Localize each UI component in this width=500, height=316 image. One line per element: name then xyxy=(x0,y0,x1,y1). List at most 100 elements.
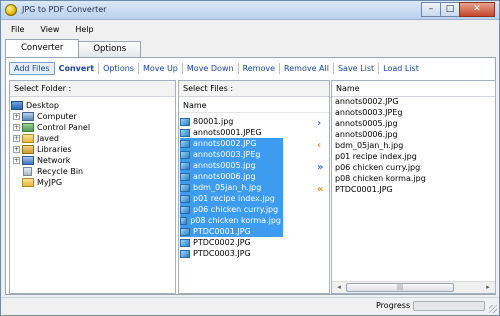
file-row-selected[interactable]: p01 recipe index.jpg xyxy=(180,193,283,204)
file-row-selected[interactable]: PTDC0001.JPG xyxy=(180,226,283,237)
files-name-column[interactable]: Name xyxy=(179,99,329,113)
image-file-icon xyxy=(180,150,190,159)
menu-view[interactable]: View xyxy=(32,25,67,34)
file-row-selected[interactable]: p08 chicken korma.jpg xyxy=(180,215,283,226)
tree-item-network[interactable]: + Network xyxy=(13,155,70,166)
remove-button[interactable]: Remove xyxy=(239,64,279,73)
output-name-column[interactable]: Name xyxy=(332,81,495,97)
scroll-right-icon[interactable]: ▸ xyxy=(482,282,494,293)
menu-bar: File View Help xyxy=(1,21,499,37)
output-file-row[interactable]: annots0006.jpg xyxy=(335,129,398,140)
library-icon xyxy=(22,145,34,154)
image-file-icon xyxy=(180,249,190,258)
output-file-row[interactable]: annots0002.JPG xyxy=(335,96,399,107)
file-name: annots0005.jpg xyxy=(193,161,256,170)
expand-icon[interactable]: + xyxy=(13,157,20,164)
minimize-button[interactable]: – xyxy=(421,2,441,17)
folder-icon xyxy=(22,134,34,143)
expand-icon[interactable]: + xyxy=(13,124,20,131)
output-file-row[interactable]: p06 chicken curry.jpg xyxy=(335,162,420,173)
files-pane-header: Select Files : xyxy=(179,81,329,97)
remove-all-button[interactable]: Remove All xyxy=(280,64,333,73)
add-files-button[interactable]: Add Files xyxy=(9,61,55,75)
image-file-icon xyxy=(180,205,190,214)
options-button[interactable]: Options xyxy=(99,64,138,73)
folder-pane-header: Select Folder : xyxy=(10,81,175,97)
toolbar: Add Files Convert Options Move Up Move D… xyxy=(9,60,423,76)
file-row[interactable]: 80001.jpg xyxy=(180,116,235,127)
window-controls: – □ ✕ xyxy=(421,2,495,17)
output-horizontal-scrollbar[interactable]: ◂ ||| ▸ xyxy=(332,281,495,293)
recycle-bin-icon xyxy=(23,167,32,176)
file-name: 80001.jpg xyxy=(193,117,234,126)
tree-item-recycle-bin[interactable]: Recycle Bin xyxy=(22,166,83,177)
save-list-button[interactable]: Save List xyxy=(334,64,378,73)
progress-bar xyxy=(413,301,485,311)
image-file-icon xyxy=(180,194,190,203)
menu-file[interactable]: File xyxy=(1,25,32,34)
image-file-icon xyxy=(180,216,188,225)
output-file-row[interactable]: bdm_05jan_h.jpg xyxy=(335,140,403,151)
resize-grip-icon[interactable] xyxy=(489,305,497,313)
tree-item-desktop[interactable]: Desktop xyxy=(11,100,59,111)
move-down-button[interactable]: Move Down xyxy=(183,64,238,73)
tree-item-label: Control Panel xyxy=(37,123,91,132)
tree-item-libraries[interactable]: + Libraries xyxy=(13,144,72,155)
file-row-selected[interactable]: bdm_05jan_h.jpg xyxy=(180,182,283,193)
tab-converter[interactable]: Converter xyxy=(5,39,80,57)
tree-item-javed[interactable]: + Javed xyxy=(13,133,59,144)
computer-icon xyxy=(22,112,34,121)
close-button[interactable]: ✕ xyxy=(459,2,495,17)
image-file-icon xyxy=(180,161,190,170)
file-name: annots0002.JPG xyxy=(193,139,257,148)
file-row[interactable]: PTDC0002.JPG xyxy=(180,237,253,248)
control-panel-icon xyxy=(22,123,34,132)
image-file-icon xyxy=(180,117,190,126)
expand-icon[interactable]: + xyxy=(13,113,20,120)
menu-help[interactable]: Help xyxy=(67,25,101,34)
add-all-icon[interactable]: » xyxy=(317,163,323,173)
move-up-button[interactable]: Move Up xyxy=(139,64,182,73)
title-bar[interactable]: JPG to PDF Converter – □ ✕ xyxy=(1,1,499,20)
remove-all-icon[interactable]: « xyxy=(317,185,323,195)
scroll-left-icon[interactable]: ◂ xyxy=(333,282,345,293)
tab-strip: Converter Options xyxy=(5,39,142,57)
tree-item-myjpg[interactable]: MyJPG xyxy=(22,177,62,188)
progress-label: Progress xyxy=(376,301,411,310)
maximize-button[interactable]: □ xyxy=(440,2,460,17)
remove-selected-icon[interactable]: ‹ xyxy=(317,141,321,151)
folder-icon xyxy=(22,178,34,187)
file-name: PTDC0003.JPG xyxy=(193,249,251,258)
file-row[interactable]: PTDC0003.JPG xyxy=(180,248,253,259)
file-name: annots0003.JPEg xyxy=(193,150,261,159)
add-selected-icon[interactable]: › xyxy=(317,119,321,129)
convert-button[interactable]: Convert xyxy=(55,64,98,73)
output-file-row[interactable]: PTDC0001.JPG xyxy=(335,184,393,195)
file-row-selected[interactable]: annots0003.JPEg xyxy=(180,149,283,160)
expand-icon[interactable]: + xyxy=(13,135,20,142)
status-bar: Progress xyxy=(1,297,499,315)
file-row-selected[interactable]: annots0006.jpg xyxy=(180,171,283,182)
file-row-selected[interactable]: p06 chicken curry.jpg xyxy=(180,204,283,215)
tab-options[interactable]: Options xyxy=(78,41,142,57)
tree-item-computer[interactable]: + Computer xyxy=(13,111,77,122)
file-row[interactable]: annots0001.JPEG xyxy=(180,127,264,138)
scroll-thumb[interactable]: ||| xyxy=(346,283,454,292)
image-file-icon xyxy=(180,139,190,148)
output-file-row[interactable]: p01 recipe index.jpg xyxy=(335,151,417,162)
tree-item-control-panel[interactable]: + Control Panel xyxy=(13,122,90,133)
expand-icon[interactable]: + xyxy=(13,146,20,153)
tree-item-label: Javed xyxy=(37,134,59,143)
output-file-row[interactable]: annots0005.jpg xyxy=(335,118,398,129)
output-file-row[interactable]: annots0003.JPEg xyxy=(335,107,402,118)
tree-item-label: Network xyxy=(37,156,71,165)
tree-item-label: Recycle Bin xyxy=(37,167,84,176)
load-list-button[interactable]: Load List xyxy=(379,64,423,73)
file-row-selected[interactable]: annots0005.jpg xyxy=(180,160,283,171)
network-icon xyxy=(22,156,34,165)
file-name: bdm_05jan_h.jpg xyxy=(193,183,262,192)
tree-item-label: Libraries xyxy=(37,145,72,154)
file-row-selected[interactable]: annots0002.JPG xyxy=(180,138,283,149)
file-name: PTDC0002.JPG xyxy=(193,238,251,247)
output-file-row[interactable]: p08 chicken korma.jpg xyxy=(335,173,426,184)
